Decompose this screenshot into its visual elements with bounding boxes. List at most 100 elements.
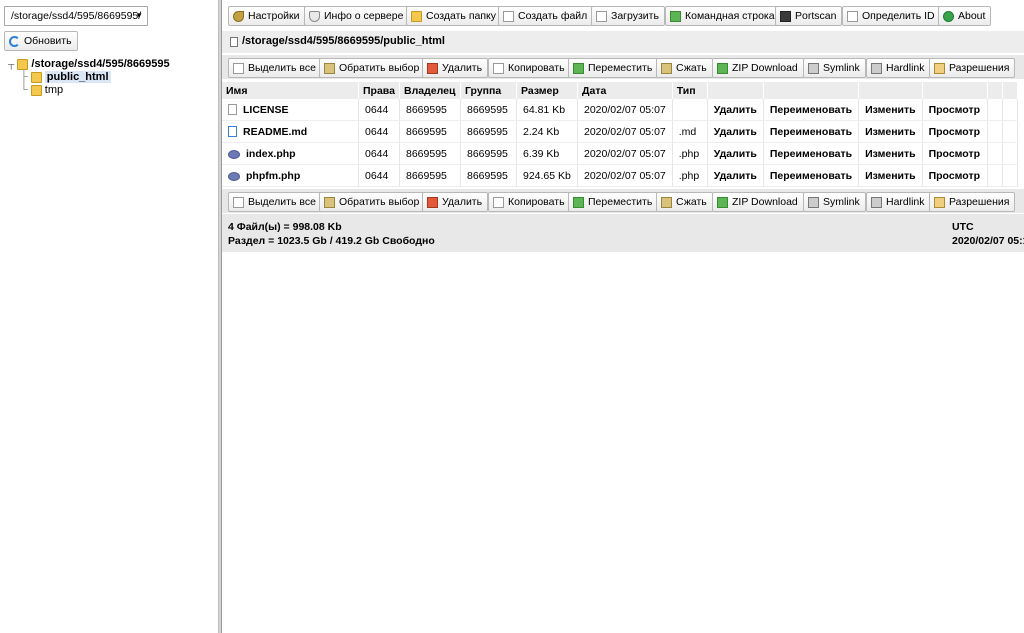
col-group[interactable]: Группа (460, 82, 517, 99)
id-icon (847, 10, 858, 22)
delete-button[interactable]: Удалить (422, 192, 489, 212)
rename-link[interactable]: Переименовать (763, 164, 860, 187)
copy-button[interactable]: Копировать (488, 58, 571, 78)
empty-cell (987, 99, 1003, 121)
move-icon (573, 62, 584, 74)
view-link[interactable]: Просмотр (922, 99, 988, 121)
perms-cell[interactable]: 0644 (358, 164, 400, 187)
empty-cell (1002, 120, 1018, 143)
compress-button[interactable]: Сжать (656, 192, 713, 212)
action-bar-top: Выделить все Обратить выбор Удалить Копи… (222, 55, 1024, 79)
path-select[interactable]: /storage/ssd4/595/8669595/ ▼ (4, 6, 148, 26)
tree-item-tmp[interactable]: └ tmp (20, 84, 63, 96)
file-name-cell[interactable]: LICENSE (222, 99, 359, 121)
table-row[interactable]: phpfm.php 0644 8669595 8669595 924.65 Kb… (222, 164, 1018, 187)
symlink-button[interactable]: Symlink (803, 58, 866, 78)
col-type[interactable]: Тип (672, 82, 708, 99)
rename-link[interactable]: Переименовать (763, 99, 860, 121)
col-owner[interactable]: Владелец (399, 82, 461, 99)
table-row[interactable]: LICENSE 0644 8669595 8669595 64.81 Kb 20… (222, 99, 1018, 121)
hardlink-button[interactable]: Hardlink (866, 58, 931, 78)
zip-download-button[interactable]: ZIP Download (712, 192, 804, 212)
col-size[interactable]: Размер (516, 82, 578, 99)
table-header: Имя Права Владелец Группа Размер Дата Ти… (222, 82, 1018, 99)
download-icon (717, 62, 728, 74)
refresh-button[interactable]: Обновить (4, 31, 78, 51)
move-label: Переместить (588, 196, 653, 208)
date-cell: 2020/02/07 05:07 (577, 99, 673, 121)
move-button[interactable]: Переместить (568, 192, 659, 212)
new-file-icon (503, 10, 514, 22)
tree-line-icon: ├ (20, 71, 28, 83)
server-info-label: Инфо о сервере (324, 10, 404, 22)
delete-icon (427, 196, 438, 208)
select-all-button[interactable]: Выделить все (228, 192, 322, 212)
copy-icon (493, 196, 504, 208)
server-datetime: 2020/02/07 05:1 (952, 235, 1024, 247)
view-link[interactable]: Просмотр (922, 120, 988, 143)
file-icon (230, 37, 238, 47)
zip-download-button[interactable]: ZIP Download (712, 58, 804, 78)
type-cell: .md (672, 120, 708, 143)
edit-link[interactable]: Изменить (858, 99, 923, 121)
copy-button[interactable]: Копировать (488, 192, 571, 212)
perms-cell[interactable]: 0644 (358, 120, 400, 143)
permissions-icon (934, 196, 945, 208)
table-row[interactable]: index.php 0644 8669595 8669595 6.39 Kb 2… (222, 142, 1018, 165)
move-button[interactable]: Переместить (568, 58, 659, 78)
create-folder-button[interactable]: Создать папку (406, 6, 502, 26)
server-icon (309, 10, 320, 22)
settings-button[interactable]: Настройки (228, 6, 306, 26)
hardlink-button[interactable]: Hardlink (866, 192, 931, 212)
delete-link[interactable]: Удалить (707, 120, 764, 143)
portscan-button[interactable]: Portscan (775, 6, 843, 26)
tree-expand-icon: ┬ (8, 59, 15, 69)
markdown-file-icon (228, 125, 237, 137)
delete-link[interactable]: Удалить (707, 99, 764, 121)
upload-button[interactable]: Загрузить (591, 6, 665, 26)
col-perms[interactable]: Права (358, 82, 400, 99)
view-link[interactable]: Просмотр (922, 142, 988, 165)
file-name-cell[interactable]: index.php (222, 142, 359, 165)
about-button[interactable]: About (938, 6, 992, 26)
table-row[interactable]: README.md 0644 8669595 8669595 2.24 Kb 2… (222, 120, 1018, 143)
file-name-cell[interactable]: phpfm.php (222, 164, 359, 187)
delete-link[interactable]: Удалить (707, 164, 764, 187)
timezone: UTC (952, 221, 974, 233)
perms-cell[interactable]: 0644 (358, 142, 400, 165)
identify-id-button[interactable]: Определить ID (842, 6, 941, 26)
col-name[interactable]: Имя (222, 82, 359, 99)
tree-item-label: tmp (44, 84, 64, 96)
delete-link[interactable]: Удалить (707, 142, 764, 165)
invert-selection-button[interactable]: Обратить выбор (319, 192, 426, 212)
command-line-button[interactable]: Командная строка (665, 6, 781, 26)
edit-link[interactable]: Изменить (858, 142, 923, 165)
permissions-button[interactable]: Разрешения (929, 192, 1016, 212)
rename-link[interactable]: Переименовать (763, 142, 860, 165)
edit-link[interactable]: Изменить (858, 120, 923, 143)
zip-download-label: ZIP Download (732, 62, 798, 74)
compress-button[interactable]: Сжать (656, 58, 713, 78)
permissions-button[interactable]: Разрешения (929, 58, 1016, 78)
select-all-button[interactable]: Выделить все (228, 58, 322, 78)
symlink-button[interactable]: Symlink (803, 192, 866, 212)
tree-item-public-html[interactable]: ├ public_html (20, 71, 111, 83)
rename-link[interactable]: Переименовать (763, 120, 860, 143)
server-info-button[interactable]: Инфо о сервере (304, 6, 410, 26)
owner-cell: 8669595 (399, 142, 461, 165)
create-file-button[interactable]: Создать файл (498, 6, 594, 26)
perms-cell[interactable]: 0644 (358, 99, 400, 121)
view-link[interactable]: Просмотр (922, 164, 988, 187)
delete-button[interactable]: Удалить (422, 58, 489, 78)
tree-root[interactable]: ┬ /storage/ssd4/595/8669595 (8, 58, 170, 70)
file-name-cell[interactable]: README.md (222, 120, 359, 143)
edit-link[interactable]: Изменить (858, 164, 923, 187)
col-date[interactable]: Дата (577, 82, 673, 99)
invert-selection-button[interactable]: Обратить выбор (319, 58, 426, 78)
link-icon (808, 196, 819, 208)
identify-id-label: Определить ID (862, 10, 935, 22)
refresh-icon (9, 35, 20, 47)
copy-label: Копировать (508, 62, 565, 74)
type-cell: .php (672, 142, 708, 165)
type-cell (672, 99, 708, 121)
